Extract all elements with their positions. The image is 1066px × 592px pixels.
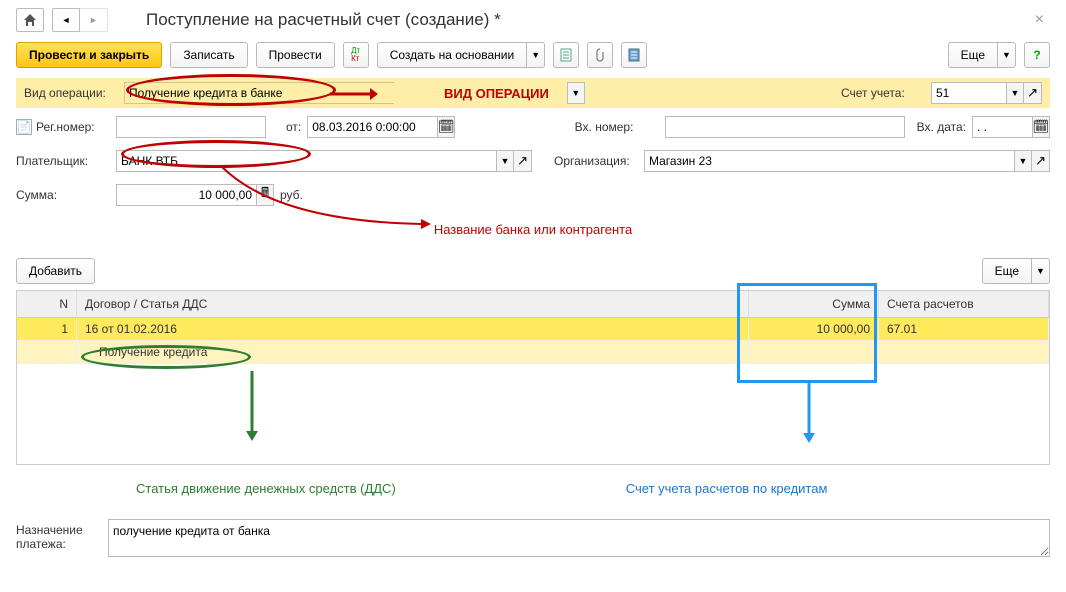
page-title: Поступление на расчетный счет (создание)… bbox=[146, 10, 501, 30]
annotation-op-type: ВИД ОПЕРАЦИИ bbox=[444, 86, 549, 101]
org-input[interactable] bbox=[644, 150, 1014, 172]
cell-n: 1 bbox=[17, 318, 77, 341]
purpose-input[interactable] bbox=[108, 519, 1050, 557]
table-more-dropdown[interactable]: ▼ bbox=[1032, 258, 1050, 284]
cell-sum: 10 000,00 bbox=[749, 318, 879, 341]
annotation-dds: Статья движение денежных средств (ДДС) bbox=[136, 481, 396, 496]
cell-dds: Получение кредита bbox=[77, 341, 749, 364]
create-based-on-dropdown[interactable]: ▼ bbox=[527, 42, 545, 68]
home-icon bbox=[23, 13, 37, 27]
col-desc[interactable]: Договор / Статья ДДС bbox=[77, 291, 749, 317]
annotation-bank-name: Название банка или контрагента bbox=[434, 222, 632, 237]
chevron-down-icon: ▼ bbox=[1019, 156, 1028, 166]
chevron-down-icon: ▼ bbox=[1036, 266, 1045, 276]
more-dropdown[interactable]: ▼ bbox=[998, 42, 1016, 68]
dtkt-button[interactable]: ДтКт bbox=[343, 42, 369, 68]
date-input[interactable] bbox=[307, 116, 437, 138]
payer-dropdown[interactable]: ▼ bbox=[496, 150, 514, 172]
cell-acc: 67.01 bbox=[879, 318, 1049, 341]
account-input[interactable] bbox=[931, 82, 1006, 104]
account-open[interactable]: ↗ bbox=[1024, 82, 1042, 104]
calendar-icon: 🗓 bbox=[1033, 119, 1050, 135]
arrow-right-icon: ► bbox=[89, 15, 98, 25]
chevron-down-icon: ▼ bbox=[1002, 50, 1011, 60]
details-table: N Договор / Статья ДДС Сумма Счета расче… bbox=[16, 290, 1050, 465]
table-more-button[interactable]: Еще bbox=[982, 258, 1032, 284]
report-button[interactable] bbox=[553, 42, 579, 68]
list-icon bbox=[628, 48, 640, 62]
chevron-down-icon: ▼ bbox=[1011, 88, 1020, 98]
post-and-close-button[interactable]: Провести и закрыть bbox=[16, 42, 162, 68]
calendar-icon: 🗓 bbox=[438, 119, 455, 135]
col-n[interactable]: N bbox=[17, 291, 77, 317]
save-button[interactable]: Записать bbox=[170, 42, 247, 68]
currency-label: руб. bbox=[280, 188, 309, 202]
close-button[interactable]: × bbox=[1029, 9, 1050, 31]
table-row[interactable]: 1 16 от 01.02.2016 10 000,00 67.01 bbox=[17, 318, 1049, 341]
payer-label: Плательщик: bbox=[16, 154, 116, 168]
dtkt-icon: ДтКт bbox=[351, 47, 360, 63]
home-button[interactable] bbox=[16, 8, 44, 32]
in-no-label: Вх. номер: bbox=[575, 120, 665, 134]
in-date-picker[interactable]: 🗓 bbox=[1032, 116, 1050, 138]
doc-icon: 📄 bbox=[16, 119, 32, 135]
date-from-label: от: bbox=[286, 120, 307, 134]
more-button[interactable]: Еще bbox=[948, 42, 998, 68]
calculator-icon: 🖩 bbox=[261, 184, 269, 206]
attach-button[interactable] bbox=[587, 42, 613, 68]
reg-no-input[interactable] bbox=[116, 116, 266, 138]
chevron-down-icon: ▼ bbox=[501, 156, 510, 166]
reg-no-label: Рег.номер: bbox=[36, 120, 116, 134]
sum-calc[interactable]: 🖩 bbox=[256, 184, 274, 206]
create-based-on-button[interactable]: Создать на основании bbox=[377, 42, 528, 68]
chevron-down-icon: ▼ bbox=[571, 88, 580, 98]
post-button[interactable]: Провести bbox=[256, 42, 335, 68]
annotation-acc: Счет учета расчетов по кредитам bbox=[626, 481, 828, 496]
op-type-input[interactable] bbox=[124, 82, 394, 104]
forward-button[interactable]: ► bbox=[80, 8, 108, 32]
arrow-left-icon: ◄ bbox=[62, 15, 71, 25]
in-date-input[interactable] bbox=[972, 116, 1032, 138]
document-icon bbox=[560, 48, 572, 62]
in-no-input[interactable] bbox=[665, 116, 905, 138]
open-icon: ↗ bbox=[1027, 85, 1038, 101]
help-button[interactable]: ? bbox=[1024, 42, 1050, 68]
back-button[interactable]: ◄ bbox=[52, 8, 80, 32]
in-date-label: Вх. дата: bbox=[917, 120, 972, 134]
sum-label: Сумма: bbox=[16, 188, 116, 202]
sum-input[interactable] bbox=[116, 184, 256, 206]
grid-empty-area[interactable] bbox=[17, 364, 1049, 464]
question-icon: ? bbox=[1033, 48, 1040, 62]
payer-input[interactable] bbox=[116, 150, 496, 172]
org-dropdown[interactable]: ▼ bbox=[1014, 150, 1032, 172]
col-acc[interactable]: Счета расчетов bbox=[879, 291, 1049, 317]
payer-open[interactable]: ↗ bbox=[514, 150, 532, 172]
op-type-dropdown[interactable]: ▼ bbox=[567, 82, 585, 104]
org-label: Организация: bbox=[554, 154, 644, 168]
op-type-label: Вид операции: bbox=[24, 86, 124, 100]
table-row-sub[interactable]: Получение кредита bbox=[17, 341, 1049, 364]
open-icon: ↗ bbox=[1035, 153, 1046, 169]
col-sum[interactable]: Сумма bbox=[749, 291, 879, 317]
add-row-button[interactable]: Добавить bbox=[16, 258, 95, 284]
open-icon: ↗ bbox=[517, 153, 528, 169]
purpose-label: Назначение платежа: bbox=[16, 519, 108, 551]
account-label: Счет учета: bbox=[841, 86, 931, 100]
cell-contract: 16 от 01.02.2016 bbox=[77, 318, 749, 341]
chevron-down-icon: ▼ bbox=[531, 50, 540, 60]
org-open[interactable]: ↗ bbox=[1032, 150, 1050, 172]
paperclip-icon bbox=[595, 48, 605, 62]
account-dropdown[interactable]: ▼ bbox=[1006, 82, 1024, 104]
date-picker[interactable]: 🗓 bbox=[437, 116, 455, 138]
list-button[interactable] bbox=[621, 42, 647, 68]
